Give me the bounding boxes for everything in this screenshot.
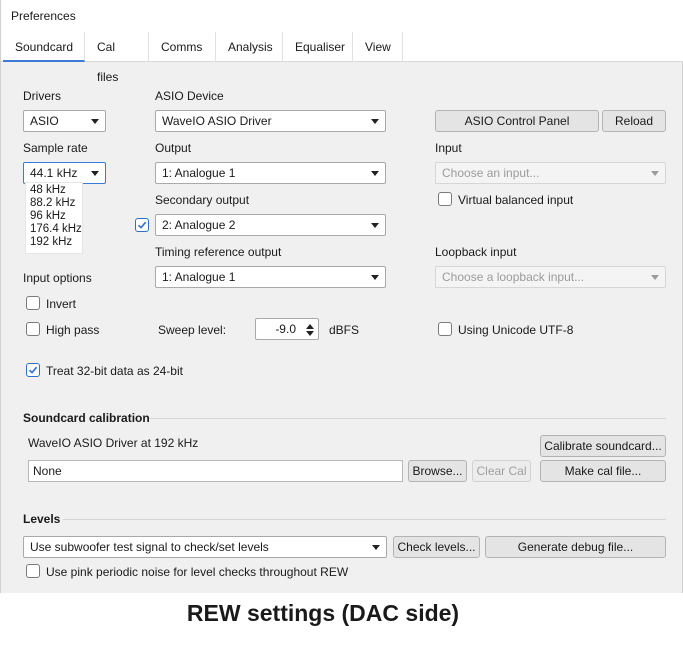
invert-checkbox[interactable]: [26, 296, 40, 310]
tab-soundcard[interactable]: Soundcard: [3, 32, 85, 62]
unicode-checkbox[interactable]: [438, 322, 452, 336]
sample-rate-label: Sample rate: [23, 141, 88, 155]
cal-file-field[interactable]: None: [28, 460, 403, 482]
output-value: 1: Analogue 1: [162, 166, 236, 180]
checkmark-icon: [28, 366, 38, 374]
calibration-driver-info: WaveIO ASIO Driver at 192 kHz: [28, 436, 199, 450]
input-placeholder: Choose an input...: [442, 166, 540, 180]
drivers-label: Drivers: [23, 89, 61, 103]
sweep-level-spinner[interactable]: -9.0: [255, 318, 319, 340]
tab-analysis[interactable]: Analysis: [216, 32, 283, 62]
generate-debug-file-button[interactable]: Generate debug file...: [485, 536, 666, 558]
timing-reference-output-label: Timing reference output: [155, 245, 282, 259]
reload-button[interactable]: Reload: [602, 110, 666, 132]
high-pass-label: High pass: [46, 323, 100, 337]
window-title: Preferences: [11, 9, 76, 23]
up-down-arrows-icon[interactable]: [305, 323, 315, 337]
drivers-value: ASIO: [30, 114, 59, 128]
image-caption: REW settings (DAC side): [186, 600, 460, 626]
tab-cal-files[interactable]: Cal files: [85, 32, 149, 84]
tab-comms[interactable]: Comms: [149, 32, 216, 62]
sample-rate-option[interactable]: 96 kHz: [26, 210, 84, 223]
sweep-level-unit: dBFS: [329, 323, 360, 337]
asio-device-select[interactable]: WaveIO ASIO Driver: [155, 110, 386, 132]
pink-noise-label: Use pink periodic noise for level checks…: [46, 565, 349, 579]
soundcard-calibration-title: Soundcard calibration: [23, 411, 150, 425]
timing-reference-output-value: 1: Analogue 1: [162, 270, 236, 284]
check-levels-button[interactable]: Check levels...: [393, 536, 480, 558]
levels-method-select[interactable]: Use subwoofer test signal to check/set l…: [23, 536, 387, 558]
chevron-down-icon: [371, 275, 379, 280]
chevron-down-icon: [91, 119, 99, 124]
invert-label: Invert: [46, 297, 77, 311]
sample-rate-option[interactable]: 48 kHz: [26, 184, 84, 197]
chevron-down-icon: [651, 171, 659, 176]
virtual-balanced-input-checkbox[interactable]: [438, 192, 452, 206]
asio-device-value: WaveIO ASIO Driver: [162, 114, 272, 128]
title-bar: Preferences: [1, 0, 683, 32]
input-select[interactable]: Choose an input...: [435, 162, 666, 184]
calibrate-soundcard-button[interactable]: Calibrate soundcard...: [540, 435, 666, 457]
sweep-level-label: Sweep level:: [158, 323, 227, 337]
asio-device-label: ASIO Device: [155, 89, 224, 103]
levels-title: Levels: [23, 512, 61, 526]
input-label: Input: [435, 141, 462, 155]
secondary-output-label: Secondary output: [155, 193, 250, 207]
sample-rate-option[interactable]: 192 kHz: [26, 236, 84, 249]
input-options-label: Input options: [23, 271, 92, 285]
tab-strip: Soundcard Cal files Comms Analysis Equal…: [1, 32, 683, 84]
chevron-down-icon: [91, 171, 99, 176]
tab-view[interactable]: View: [353, 32, 403, 62]
secondary-output-select[interactable]: 2: Analogue 2: [155, 214, 386, 236]
sample-rate-value: 44.1 kHz: [30, 166, 78, 180]
asio-control-panel-button[interactable]: ASIO Control Panel: [435, 110, 599, 132]
output-label: Output: [155, 141, 192, 155]
sample-rate-option[interactable]: 176.4 kHz: [26, 223, 84, 236]
sample-rate-option[interactable]: 88.2 kHz: [26, 197, 84, 210]
make-cal-file-button[interactable]: Make cal file...: [540, 460, 666, 482]
tab-equaliser[interactable]: Equaliser: [283, 32, 353, 62]
browse-button[interactable]: Browse...: [408, 460, 467, 482]
secondary-output-value: 2: Analogue 2: [162, 218, 236, 232]
chevron-down-icon: [371, 223, 379, 228]
sample-rate-select[interactable]: 44.1 kHz: [23, 162, 106, 184]
pink-noise-checkbox[interactable]: [26, 564, 40, 578]
output-select[interactable]: 1: Analogue 1: [155, 162, 386, 184]
secondary-output-checkbox[interactable]: [135, 218, 149, 232]
treat-32bit-checkbox[interactable]: [26, 363, 40, 377]
clear-cal-button[interactable]: Clear Cal: [472, 460, 531, 482]
preferences-window: Preferences Soundcard Cal files Comms An…: [0, 0, 683, 593]
unicode-label: Using Unicode UTF-8: [458, 323, 574, 337]
section-divider: [149, 418, 666, 419]
chevron-down-icon: [371, 119, 379, 124]
levels-method-value: Use subwoofer test signal to check/set l…: [30, 540, 269, 554]
chevron-down-icon: [372, 545, 380, 550]
timing-reference-output-select[interactable]: 1: Analogue 1: [155, 266, 386, 288]
checkmark-icon: [137, 221, 147, 229]
loopback-input-select[interactable]: Choose a loopback input...: [435, 266, 666, 288]
loopback-input-placeholder: Choose a loopback input...: [442, 270, 585, 284]
section-divider: [63, 519, 666, 520]
chevron-down-icon: [651, 275, 659, 280]
loopback-input-label: Loopback input: [435, 245, 517, 259]
virtual-balanced-input-label: Virtual balanced input: [458, 193, 574, 207]
treat-32bit-label: Treat 32-bit data as 24-bit: [46, 364, 183, 378]
sample-rate-dropdown-list: 48 kHz 88.2 kHz 96 kHz 176.4 kHz 192 kHz: [25, 182, 83, 254]
drivers-select[interactable]: ASIO: [23, 110, 106, 132]
sweep-level-value: -9.0: [275, 322, 296, 336]
high-pass-checkbox[interactable]: [26, 322, 40, 336]
chevron-down-icon: [371, 171, 379, 176]
